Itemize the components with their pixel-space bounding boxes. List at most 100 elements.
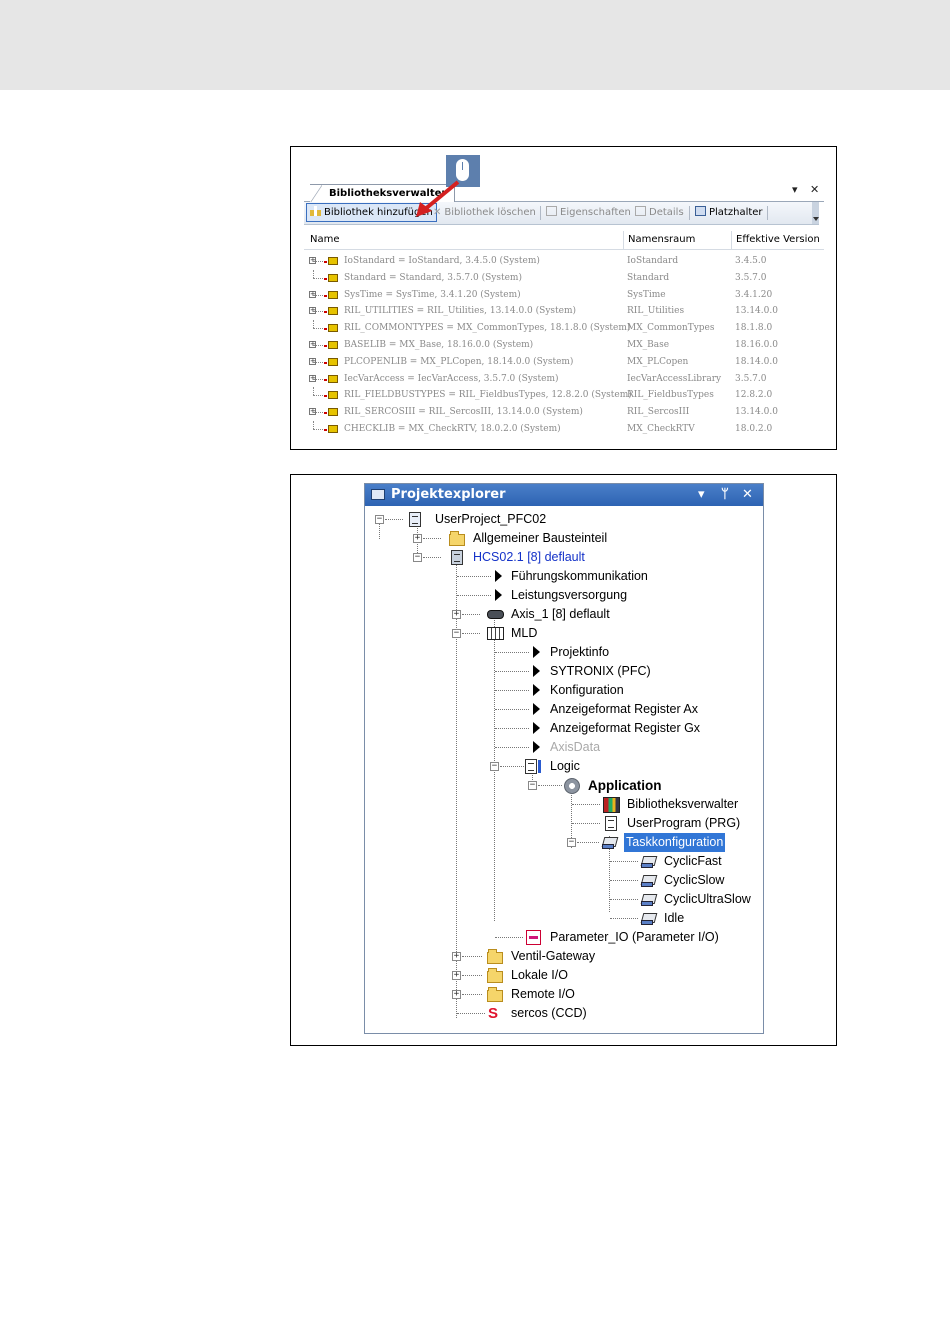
- tab-library-manager[interactable]: Bibliotheksverwalter: [310, 184, 456, 203]
- library-name: RIL_COMMONTYPES = MX_CommonTypes, 18.1.8…: [344, 323, 631, 334]
- collapse-icon[interactable]: −: [528, 781, 537, 790]
- task-config-icon: [602, 835, 619, 850]
- column-divider: [731, 231, 732, 249]
- library-namespace: MX_CommonTypes: [627, 323, 715, 334]
- library-row[interactable]: + IoStandard = IoStandard, 3.4.5.0 (Syste…: [304, 253, 824, 270]
- library-namespace: IecVarAccessLibrary: [627, 373, 722, 384]
- library-row[interactable]: + RIL_UTILITIES = RIL_Utilities, 13.14.0.…: [304, 303, 824, 320]
- tree-connector: [462, 994, 482, 995]
- play-arrow-icon: [533, 722, 540, 734]
- library-name: BASELIB = MX_Base, 18.16.0.0 (System): [344, 339, 534, 350]
- controller-icon: [487, 627, 504, 640]
- library-name: Standard = Standard, 3.5.7.0 (System): [344, 272, 522, 283]
- add-library-button[interactable]: Bibliothek hinzufügen: [306, 203, 437, 222]
- tree-node-remote-io[interactable]: + Remote I/O: [365, 985, 763, 1004]
- library-row[interactable]: CHECKLIB = MX_CheckRTV, 18.0.2.0 (System…: [304, 420, 824, 438]
- expand-icon[interactable]: +: [413, 534, 422, 543]
- placeholder-button[interactable]: Platzhalter: [695, 204, 763, 221]
- column-header-namespace[interactable]: Namensraum: [628, 234, 695, 245]
- tab-strip: Bibliotheksverwalter ▾ ✕: [304, 181, 824, 203]
- folder-icon: [487, 968, 503, 983]
- tree-node-label: CyclicSlow: [664, 873, 725, 887]
- expand-icon[interactable]: +: [452, 952, 461, 961]
- tree-node-task-configuration[interactable]: − Taskkonfiguration: [365, 833, 763, 852]
- library-row[interactable]: RIL_COMMONTYPES = MX_CommonTypes, 18.1.8…: [304, 320, 824, 337]
- tree-node-power-supply[interactable]: Leistungsversorgung: [365, 586, 763, 605]
- pin-icon[interactable]: ᛘ: [721, 484, 729, 506]
- close-icon[interactable]: ✕: [742, 484, 753, 506]
- expand-icon[interactable]: +: [452, 610, 461, 619]
- tree-node-display-format-gx[interactable]: Anzeigeformat Register Gx: [365, 719, 763, 738]
- tree-node-cyclic-fast[interactable]: CyclicFast: [365, 852, 763, 871]
- close-icon[interactable]: ✕: [810, 183, 819, 196]
- tree-node-application[interactable]: − Application: [365, 776, 763, 795]
- collapse-icon[interactable]: −: [567, 838, 576, 847]
- toolbar-overflow-icon[interactable]: [812, 202, 819, 224]
- library-namespace: MX_CheckRTV: [627, 423, 695, 434]
- tree-node-label: Anzeigeformat Register Ax: [550, 702, 698, 716]
- tree-connector: [313, 420, 314, 429]
- tree-node-mld[interactable]: − MLD: [365, 624, 763, 643]
- expand-icon[interactable]: +: [452, 990, 461, 999]
- properties-icon: [546, 206, 557, 216]
- tree-connector: [610, 880, 638, 881]
- library-row[interactable]: + PLCOPENLIB = MX_PLCopen, 18.14.0.0 (Sys…: [304, 354, 824, 371]
- properties-button[interactable]: Eigenschaften: [546, 204, 631, 221]
- library-row[interactable]: + BASELIB = MX_Base, 18.16.0.0 (System) MX…: [304, 337, 824, 354]
- mouse-click-icon: [446, 155, 480, 187]
- library-row[interactable]: + RIL_SERCOSIII = RIL_SercosIII, 13.14.0.…: [304, 404, 824, 421]
- toolbar: Bibliothek hinzufügen ✕ Bibliothek lösche…: [304, 202, 819, 225]
- tree-node-label: Application: [588, 778, 662, 793]
- expand-icon[interactable]: +: [452, 971, 461, 980]
- delete-library-button[interactable]: ✕ Bibliothek löschen: [433, 204, 536, 221]
- library-row[interactable]: Standard = Standard, 3.5.7.0 (System) Sta…: [304, 269, 824, 287]
- column-header-row: Name Namensraum Effektive Version: [304, 231, 824, 250]
- play-arrow-icon: [533, 684, 540, 696]
- folder-icon: [449, 531, 465, 546]
- tree-node-display-format-ax[interactable]: Anzeigeformat Register Ax: [365, 700, 763, 719]
- details-button[interactable]: Details: [635, 204, 684, 221]
- tree-connector: [313, 387, 314, 396]
- column-header-name[interactable]: Name: [310, 234, 340, 245]
- tree-connector: [313, 320, 314, 329]
- tree-node-sytronix[interactable]: SYTRONIX (PFC): [365, 662, 763, 681]
- tree-node-library-manager[interactable]: Bibliotheksverwalter: [365, 795, 763, 814]
- library-row[interactable]: + SysTime = SysTime, 3.4.1.20 (System) Sys…: [304, 287, 824, 304]
- details-icon: [635, 206, 646, 216]
- tree-node-cyclic-slow[interactable]: CyclicSlow: [365, 871, 763, 890]
- tree-node-local-io[interactable]: + Lokale I/O: [365, 966, 763, 985]
- library-row[interactable]: RIL_FIELDBUSTYPES = RIL_FieldbusTypes, 1…: [304, 387, 824, 404]
- tree-node-cyclic-ultraslow[interactable]: CyclicUltraSlow: [365, 890, 763, 909]
- tree-node-parameter-io[interactable]: Parameter_IO (Parameter I/O): [365, 928, 763, 947]
- tree-connector: [495, 671, 529, 672]
- tree-node-user-program[interactable]: UserProgram (PRG): [365, 814, 763, 833]
- dropdown-icon[interactable]: ▾: [698, 484, 705, 506]
- column-header-effective-version[interactable]: Effektive Version: [736, 234, 820, 245]
- toolbar-separator: [540, 206, 541, 220]
- library-row[interactable]: + IecVarAccess = IecVarAccess, 3.5.7.0 (S…: [304, 371, 824, 388]
- collapse-icon[interactable]: −: [452, 629, 461, 638]
- tree-node-device[interactable]: − HCS02.1 [8] deflault: [365, 548, 763, 567]
- tree-node-label: Remote I/O: [511, 987, 575, 1001]
- tree-node-general-component[interactable]: + Allgemeiner Bausteinteil: [365, 529, 763, 548]
- collapse-icon[interactable]: −: [413, 553, 422, 562]
- tree-node-label: Axis_1 [8] deflault: [511, 607, 610, 621]
- tree-node-idle[interactable]: Idle: [365, 909, 763, 928]
- tree-node-master-communication[interactable]: Führungskommunikation: [365, 567, 763, 586]
- tree-node-axis-data[interactable]: AxisData: [365, 738, 763, 757]
- tree-node-project-info[interactable]: Projektinfo: [365, 643, 763, 662]
- tree-node-valve-gateway[interactable]: + Ventil-Gateway: [365, 947, 763, 966]
- tree-node-logic[interactable]: − Logic: [365, 757, 763, 776]
- tree-connector: [457, 595, 491, 596]
- tree-node-sercos[interactable]: S sercos (CCD): [365, 1004, 763, 1023]
- library-icon: [324, 374, 338, 383]
- tree-node-configuration[interactable]: Konfiguration: [365, 681, 763, 700]
- tree-node-project[interactable]: − UserProject_PFC02: [365, 510, 763, 529]
- library-icon: [324, 408, 338, 417]
- collapse-icon[interactable]: −: [490, 762, 499, 771]
- page-header-band: [0, 0, 950, 90]
- library-namespace: Standard: [627, 272, 670, 283]
- tab-dropdown-icon[interactable]: ▾: [792, 183, 798, 196]
- collapse-icon[interactable]: −: [375, 515, 384, 524]
- tree-node-axis[interactable]: + Axis_1 [8] deflault: [365, 605, 763, 624]
